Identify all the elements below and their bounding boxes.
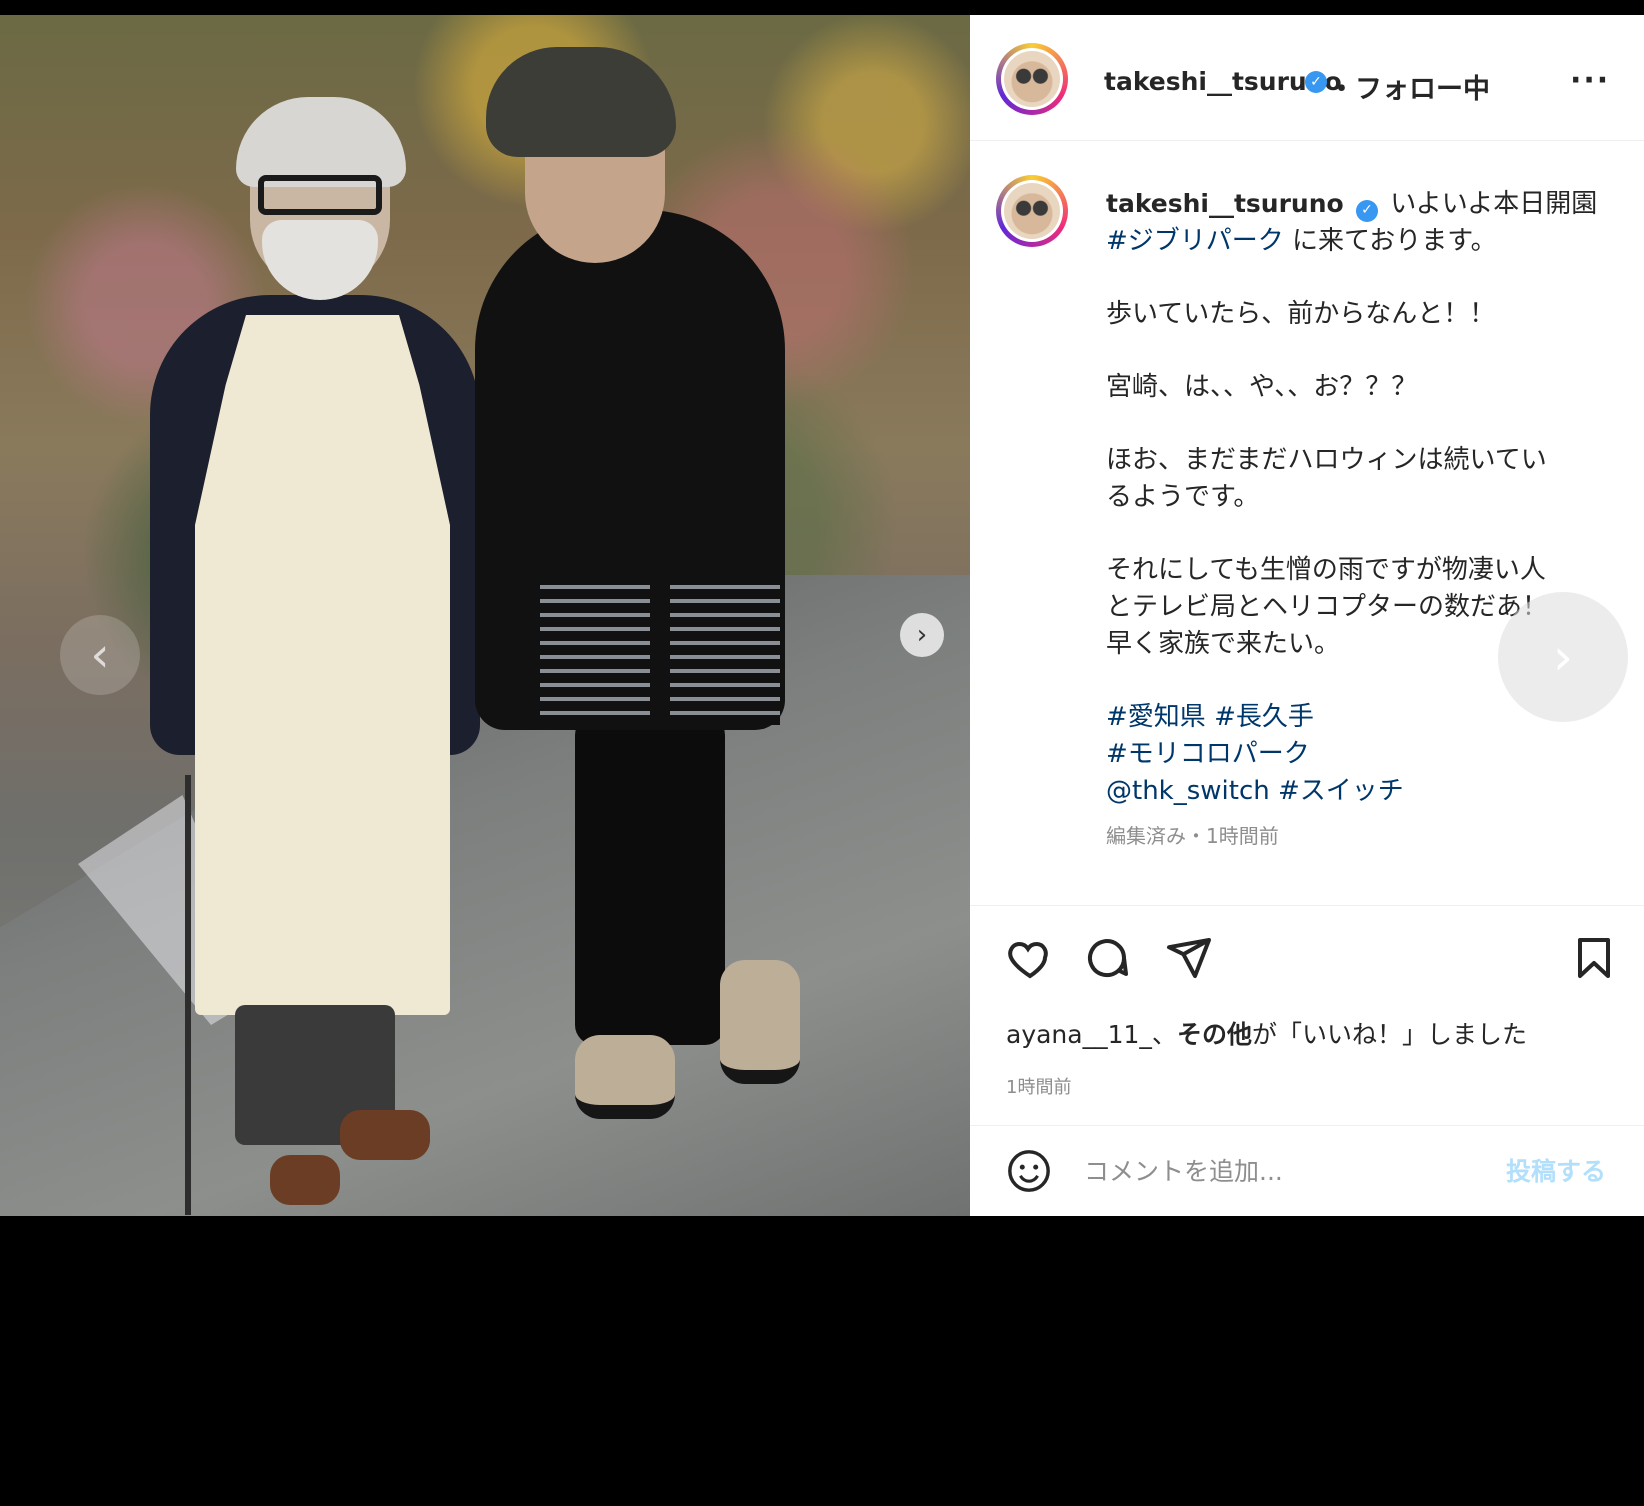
post-header: takeshi__tsuruno ✓ ・フォロー中 ··· <box>970 15 1644 141</box>
hashtag-link[interactable]: #スイッチ <box>1278 776 1404 806</box>
post-photo[interactable]: ‹ › <box>0 15 970 1216</box>
person-right-pocket <box>540 575 650 725</box>
caption-line: 宮崎、は、、や、、お？？？ <box>1106 372 1418 402</box>
emoji-icon[interactable] <box>1006 1148 1052 1198</box>
person-right-legs <box>575 715 725 1045</box>
hashtag-link[interactable]: #愛知県 <box>1106 702 1206 732</box>
post-timestamp[interactable]: 1時間前 <box>1006 1073 1071 1099</box>
chevron-left-icon[interactable]: ‹ <box>60 615 140 695</box>
hashtag-link[interactable]: #長久手 <box>1214 702 1314 732</box>
liker-username[interactable]: ayana__11_ <box>1006 1020 1152 1049</box>
person-right-pocket <box>670 575 780 725</box>
follow-status[interactable]: ・フォロー中 <box>1328 67 1490 106</box>
person-right-shoe <box>575 1035 675 1119</box>
instagram-post-window: ‹ › takeshi__tsuruno ✓ ・フォロー中 ··· takesh… <box>0 15 1644 1216</box>
caption-first-line: takeshi__tsuruno ✓ いよいよ本日開園 <box>1106 185 1606 223</box>
person-left-glasses <box>258 175 382 215</box>
heart-icon[interactable] <box>1006 934 1054 986</box>
caption-line: #ジブリパーク に来ております。 <box>1106 223 1606 260</box>
person-left-shoe <box>270 1155 340 1205</box>
hashtag-link[interactable]: #ジブリパーク <box>1106 226 1284 256</box>
caption-line: 歩いていたら、前からなんと！！ <box>1106 299 1496 329</box>
caption-line: ほお、まだまだハロウィンは続いてい <box>1106 445 1547 475</box>
caption-avatar[interactable] <box>996 175 1068 247</box>
chevron-right-icon[interactable]: › <box>1498 592 1628 722</box>
person-right-shoe <box>720 960 800 1084</box>
avatar-image <box>1004 51 1060 107</box>
caption-text: いよいよ本日開園 <box>1390 189 1598 219</box>
caption: takeshi__tsuruno ✓ いよいよ本日開園 #ジブリパーク に来てお… <box>1106 185 1606 810</box>
person-left-shoe <box>340 1110 430 1160</box>
caption-text: に来ております。 <box>1283 226 1497 256</box>
comment-input[interactable] <box>1082 1148 1486 1194</box>
likes-summary[interactable]: ayana__11_、その他が「いいね！」しました <box>1006 1015 1527 1051</box>
caption-username[interactable]: takeshi__tsuruno <box>1106 189 1344 218</box>
avatar-image <box>1004 183 1060 239</box>
caption-tags-line: #モリコロパーク <box>1106 736 1606 773</box>
likes-others-link[interactable]: その他 <box>1177 1020 1252 1049</box>
edited-timestamp: 編集済み・1時間前 <box>1106 824 1279 848</box>
verified-badge-icon: ✓ <box>1305 71 1327 93</box>
umbrella-shaft <box>185 775 191 1215</box>
person-left-apron <box>195 315 450 1015</box>
verified-badge-icon: ✓ <box>1355 199 1378 222</box>
send-icon[interactable] <box>1165 934 1213 986</box>
comment-icon[interactable] <box>1083 934 1131 986</box>
caption-line: それにしても生憎の雨ですが物凄い人 <box>1106 555 1546 585</box>
comment-bar: 投稿する <box>970 1125 1644 1217</box>
bookmark-icon[interactable] <box>1570 934 1618 986</box>
caption-tags-line: @thk_switch #スイッチ <box>1106 773 1606 810</box>
chevron-right-icon[interactable]: › <box>900 613 944 657</box>
caption-line: るようです。 <box>1106 482 1260 512</box>
post-comment-button[interactable]: 投稿する <box>1506 1152 1606 1188</box>
avatar[interactable] <box>996 43 1068 115</box>
hashtag-link[interactable]: #モリコロパーク <box>1106 739 1310 769</box>
more-options-icon[interactable]: ··· <box>1570 63 1610 98</box>
mention-link[interactable]: @thk_switch <box>1106 776 1270 806</box>
